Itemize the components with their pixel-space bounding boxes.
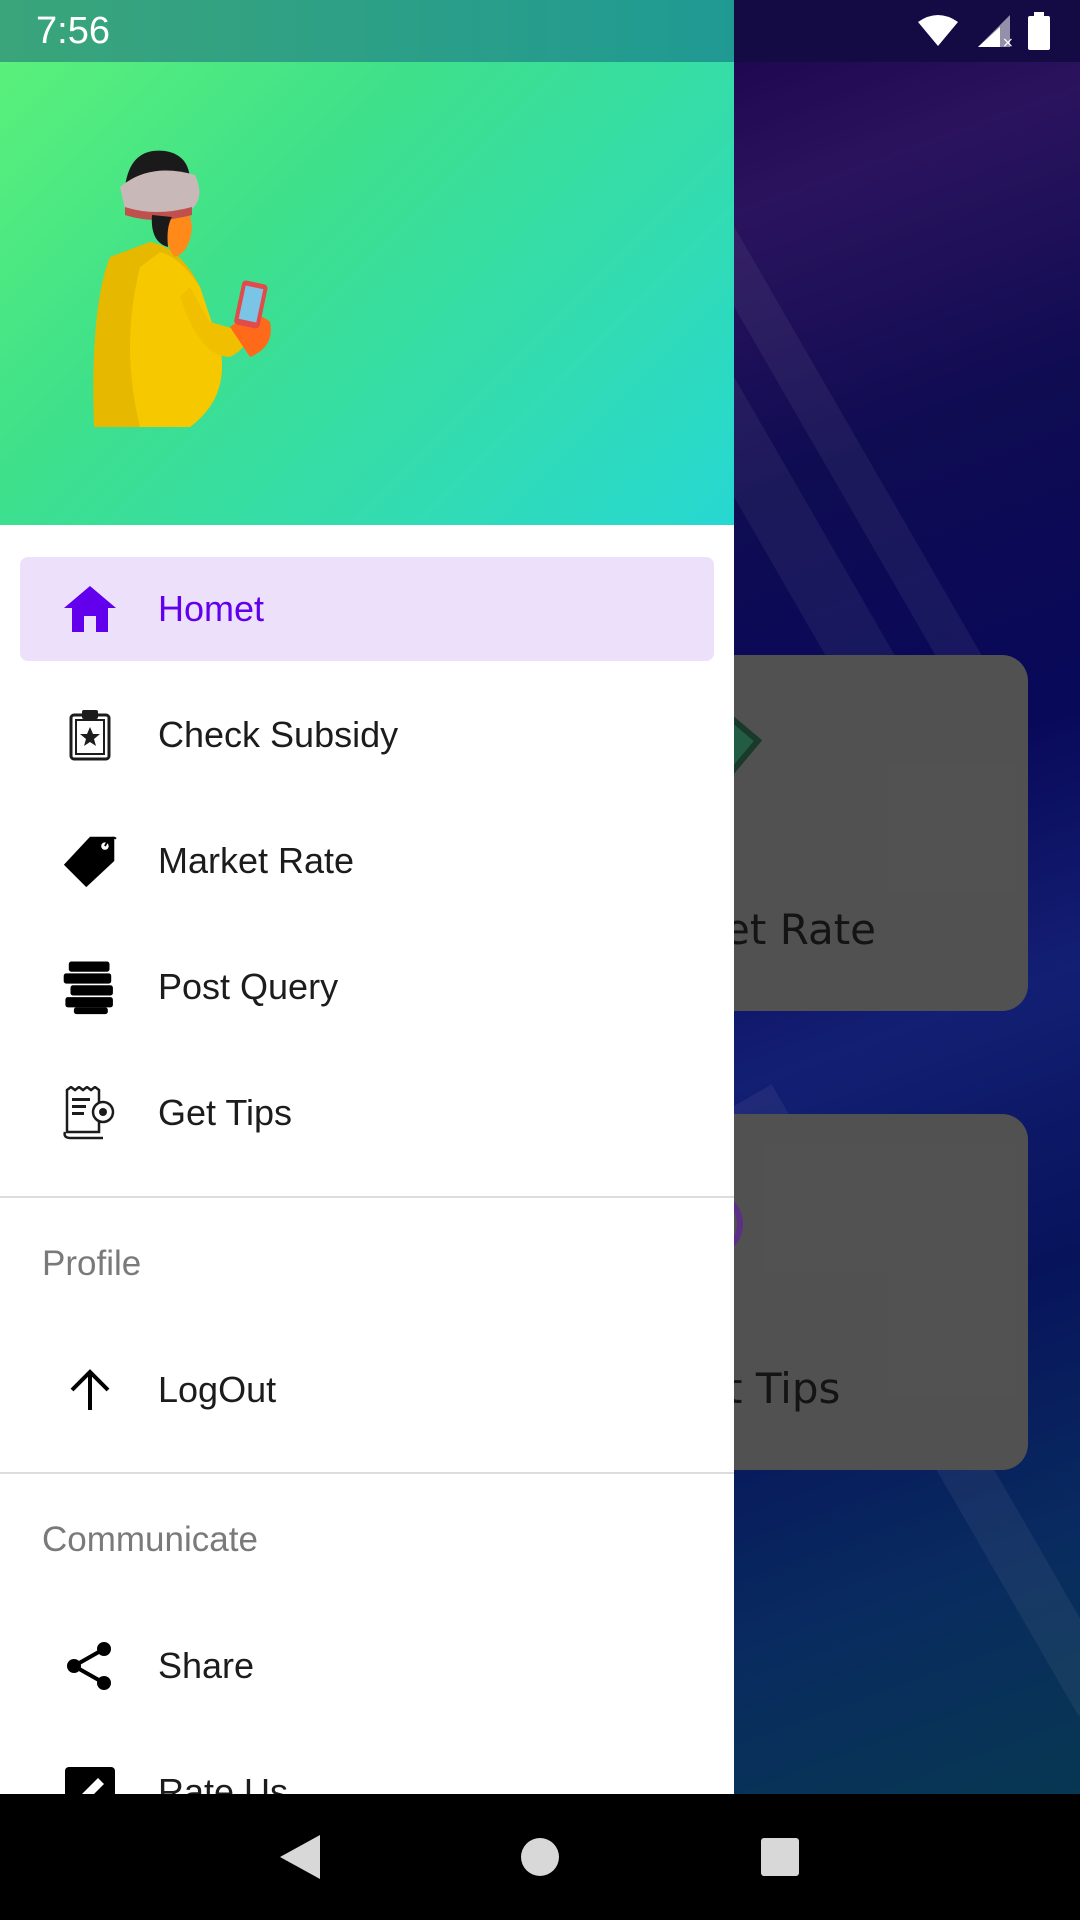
status-bar: 7:56 × (0, 0, 1080, 62)
system-navigation-bar (0, 1794, 1080, 1920)
drawer-header (0, 62, 734, 525)
back-button[interactable] (270, 1827, 330, 1887)
stack-icon (62, 959, 118, 1015)
drawer-item-post-query[interactable]: Post Query (20, 935, 714, 1039)
battery-icon (1028, 12, 1050, 50)
farmer-avatar-illustration (93, 150, 271, 427)
drawer-item-label: Share (158, 1645, 255, 1686)
rate-edit-icon (62, 1764, 118, 1794)
clipboard-star-icon (62, 707, 118, 763)
communicate-section-title: Communicate (42, 1520, 258, 1559)
navigation-drawer: Homet Check Subsidy Market Rate Post Que… (0, 0, 734, 1794)
cell-signal-icon: × (978, 15, 1012, 49)
profile-section-title: Profile (42, 1244, 142, 1283)
wifi-icon (918, 15, 958, 46)
recents-square-icon (761, 1838, 799, 1876)
divider (0, 1472, 734, 1474)
share-icon (62, 1638, 118, 1694)
recents-button[interactable] (750, 1827, 810, 1887)
drawer-item-label: Get Tips (158, 1092, 293, 1133)
drawer-item-share[interactable]: Share (20, 1614, 714, 1718)
drawer-item-label: Post Query (158, 966, 339, 1007)
drawer-item-label: Homet (158, 588, 265, 629)
svg-text:×: × (1002, 35, 1012, 49)
drawer-item-market-rate[interactable]: Market Rate (20, 809, 714, 913)
home-button[interactable] (510, 1827, 570, 1887)
drawer-item-check-subsidy[interactable]: Check Subsidy (20, 683, 714, 787)
drawer-item-label: Check Subsidy (158, 714, 399, 755)
tag-icon (62, 833, 118, 889)
drawer-item-logout[interactable]: LogOut (20, 1338, 714, 1442)
home-circle-icon (521, 1838, 559, 1876)
arrow-up-icon (62, 1362, 118, 1418)
status-time: 7:56 (36, 9, 110, 52)
home-icon (62, 581, 118, 637)
divider (0, 1196, 734, 1198)
tips-document-icon (62, 1085, 118, 1141)
drawer-item-label: Rate Us (158, 1771, 289, 1794)
drawer-item-home[interactable]: Homet (20, 557, 714, 661)
drawer-item-get-tips[interactable]: Get Tips (20, 1061, 714, 1165)
back-triangle-icon (280, 1835, 320, 1879)
drawer-item-rate-us[interactable]: Rate Us (20, 1740, 714, 1794)
drawer-item-label: Market Rate (158, 840, 355, 881)
drawer-item-label: LogOut (158, 1369, 277, 1410)
